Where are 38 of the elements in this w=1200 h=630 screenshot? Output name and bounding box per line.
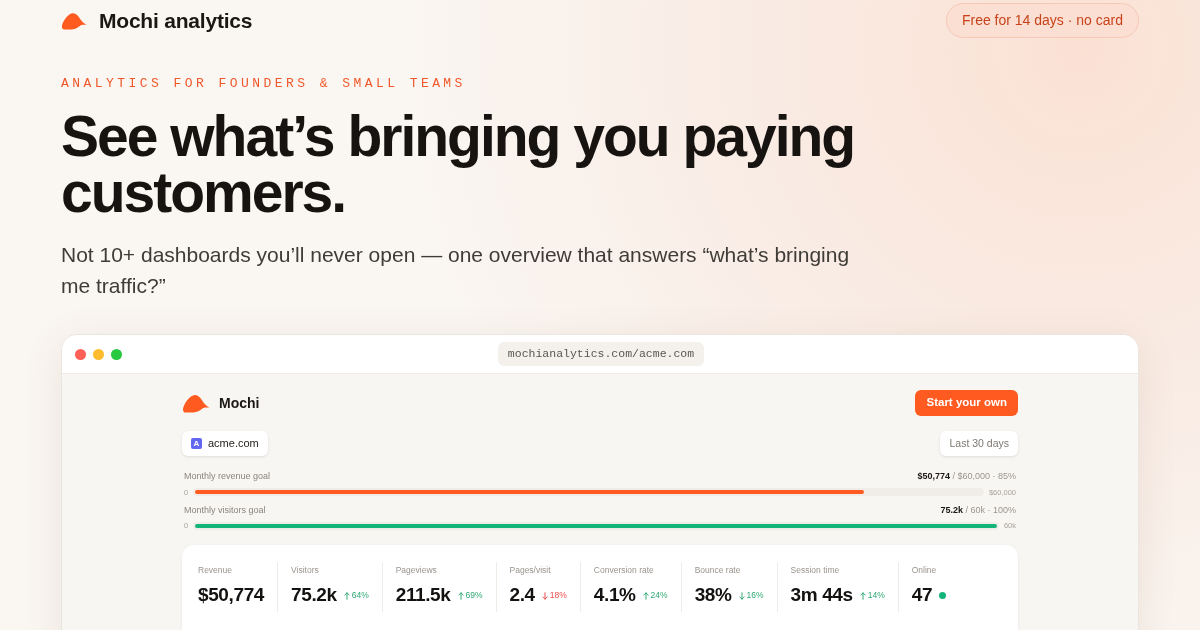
goal-label: Monthly visitors goal — [184, 503, 266, 517]
stat-change-percent: 16% — [746, 589, 764, 602]
dashboard-logo-icon — [182, 393, 210, 413]
stat-value: 211.5k — [395, 583, 451, 608]
stat-change-percent: 24% — [650, 589, 668, 602]
stat-label: Visitors — [291, 563, 320, 577]
address-bar[interactable]: mochianalytics.com/acme.com — [497, 342, 705, 366]
stat-label: Bounce rate — [694, 563, 742, 577]
site-selector[interactable]: A acme.com — [182, 431, 268, 456]
site-favicon: A — [191, 438, 202, 449]
stat-value: 38% — [694, 583, 732, 608]
stat-label: Session time — [790, 563, 841, 577]
stat-label: Revenue — [198, 563, 234, 577]
hero-subheadline: Not 10+ dashboards you’ll never open — one overview that answers “what’s bringing me traffic?” — [61, 242, 851, 299]
goal-progress-text: $50,774 / $60,000 · 85% — [917, 470, 1016, 483]
stat-change-percent: 14% — [867, 589, 885, 602]
stat-value: 75.2k — [291, 583, 337, 608]
stat-change-percent: 18% — [549, 589, 567, 602]
stat-value: 2.4 — [509, 583, 535, 608]
stat-value: 47 — [911, 583, 933, 608]
stat-label: Pages/visit — [509, 563, 552, 577]
stat-value: $50,774 — [198, 583, 265, 608]
stat-value: 3m 44s — [790, 583, 853, 608]
brand-logo-icon — [61, 11, 87, 30]
brand-name: Mochi analytics — [99, 7, 253, 34]
free-trial-badge: Free for 14 days · no card — [945, 3, 1139, 38]
stat-change-percent: 64% — [351, 589, 369, 602]
dashboard-brand-name: Mochi — [219, 393, 260, 413]
hero-headline: See what’s bringing you paying customers. — [61, 108, 856, 220]
stat-change-percent: 69% — [465, 589, 483, 602]
eyebrow-text: ANALYTICS FOR FOUNDERS & SMALL TEAMS — [61, 76, 467, 92]
goal-progress-text: 75.2k / 60k · 100% — [940, 503, 1016, 517]
stat-label: Pageviews — [395, 563, 438, 577]
stat-value: 4.1% — [593, 583, 636, 608]
stat-label: Conversion rate — [593, 563, 655, 577]
date-range-selector[interactable]: Last 30 days — [940, 431, 1018, 456]
stat-label: Online — [911, 563, 938, 577]
goal-label: Monthly revenue goal — [184, 470, 271, 483]
